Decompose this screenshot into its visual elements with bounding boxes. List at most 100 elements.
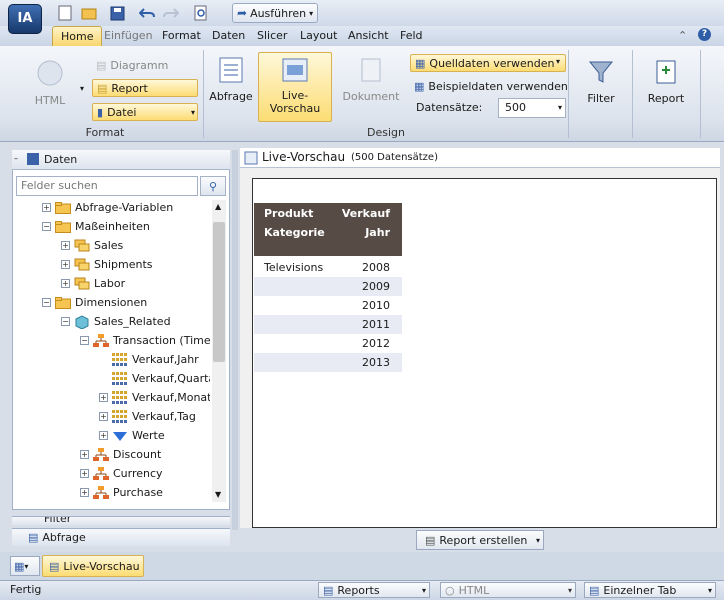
cell-year[interactable]: 2011 [362,315,390,334]
tab-mode-dropdown[interactable]: ▤ Einzelner Tab ▾ [584,582,716,598]
tree-item[interactable]: + Sales [16,236,123,255]
scroll-up-icon[interactable]: ▲ [215,202,221,211]
tab-einfuegen[interactable]: Einfügen [96,26,161,46]
tree-item[interactable]: − Maßeinheiten [16,217,150,236]
chevron-down-icon[interactable]: ▾ [191,108,195,117]
search-button[interactable]: ⚲ [200,176,226,196]
filter-button[interactable]: Filter [574,58,628,105]
expand-icon[interactable]: + [80,450,89,459]
field-search-input[interactable]: Felder suchen [16,176,198,196]
tree-item[interactable]: − Dimensionen [16,293,147,312]
scroll-down-icon[interactable]: ▼ [215,490,221,499]
new-document-icon[interactable] [56,4,74,22]
cell-year[interactable]: 2008 [362,258,390,277]
chevron-down-icon[interactable]: ▾ [536,536,540,545]
tree-item[interactable]: − Sales_Related [16,312,171,331]
print-preview-icon[interactable] [192,4,210,22]
html-output-dropdown[interactable]: ○ HTML ▾ [440,582,576,598]
table-row: 2011 [254,315,402,334]
html-button[interactable]: HTML [24,58,76,107]
tree-item[interactable]: + Shipments [16,255,153,274]
chevron-down-icon[interactable]: ▾ [708,586,712,595]
datensaetze-select[interactable]: 500 ▾ [498,98,566,118]
expand-icon[interactable]: + [80,488,89,497]
live-vorschau-button[interactable]: Live- Vorschau [258,52,332,122]
report-button[interactable]: Report [638,58,694,105]
tab-ansicht[interactable]: Ansicht [340,26,397,46]
expand-icon[interactable]: + [61,279,70,288]
diagramm-button[interactable]: ▤ Diagramm [96,56,198,74]
tab-feld[interactable]: Feld [392,26,431,46]
cell-year[interactable]: 2009 [362,277,390,296]
panel-splitter[interactable] [232,150,238,530]
expand-icon[interactable]: + [99,393,108,402]
collapse-icon[interactable]: − [42,298,51,307]
run-button[interactable]: ➦ Ausführen ▾ [232,3,318,23]
undo-icon[interactable] [138,4,156,22]
cell-year[interactable]: 2010 [362,296,390,315]
tab-slicer[interactable]: Slicer [249,26,295,46]
tree-item[interactable]: + Verkauf,Tag [16,407,196,426]
tree-item[interactable]: + Purchase [16,483,163,502]
save-icon[interactable] [108,4,126,22]
chevron-down-icon[interactable]: ▾ [309,9,313,18]
expand-icon[interactable]: + [99,412,108,421]
tree-item[interactable]: + Werte [16,426,165,445]
beispieldaten-button[interactable]: ▦ Beispieldaten verwenden [414,77,570,95]
col1-header-line2[interactable]: Kategorie [264,226,325,239]
col2-header-line2[interactable]: Jahr [365,226,390,239]
chevron-down-icon[interactable]: ▾ [568,586,572,595]
tree-item[interactable]: − Transaction (Time) [16,331,210,350]
cell-category[interactable]: Televisions [264,258,323,277]
cell-year[interactable]: 2012 [362,334,390,353]
app-logo[interactable]: IA [8,4,42,34]
chevron-down-icon[interactable]: ▾ [24,562,28,571]
expand-icon[interactable]: + [80,469,89,478]
tree-item[interactable]: + Labor [16,274,125,293]
expand-icon[interactable]: + [61,260,70,269]
tab-daten[interactable]: Daten [204,26,253,46]
datei-dropdown[interactable]: ▮ Datei ▾ [92,103,198,121]
col1-header-line1[interactable]: Produkt [264,207,313,220]
abfrage-panel-header[interactable]: ▤ Abfrage [12,528,230,546]
scrollbar-thumb[interactable] [213,222,225,362]
tree-item[interactable]: + Abfrage-Variablen [16,198,173,217]
abfrage-button[interactable]: Abfrage [208,56,254,103]
tab-live-vorschau[interactable]: ▤ Live-Vorschau [42,555,144,577]
report-format-button[interactable]: ▤ Report [92,79,198,97]
collapse-icon[interactable]: − [42,222,51,231]
minimize-ribbon-icon[interactable]: ⌃ [678,29,687,42]
filter-label: Filter [587,92,615,105]
tree-item[interactable]: Verkauf,Jahr [16,350,199,369]
dokument-button[interactable]: Dokument [342,56,400,103]
tab-format[interactable]: Format [154,26,209,46]
quelldaten-button[interactable]: ▦ Quelldaten verwenden [410,54,566,72]
tree-item[interactable]: + Verkauf,Monat [16,388,210,407]
help-icon[interactable]: ? [698,28,711,41]
field-tree: + Abfrage-Variablen − Maßeinheiten + Sales + Sh… [16,198,210,502]
chevron-down-icon[interactable]: ▾ [80,84,84,93]
collapse-icon[interactable]: − [80,336,89,345]
collapse-icon[interactable]: − [61,317,70,326]
tree-item[interactable]: + Discount [16,445,161,464]
tree-item[interactable]: Verkauf,Quartal [16,369,210,388]
tree-item-label: Maßeinheiten [75,220,150,233]
tree-item[interactable]: + Currency [16,464,163,483]
expand-icon[interactable]: + [42,203,51,212]
chevron-down-icon[interactable]: ▾ [422,586,426,595]
filter-panel-header[interactable]: Filter [12,516,230,525]
col2-header-line1[interactable]: Verkauf [342,207,390,220]
expand-icon[interactable]: + [61,241,70,250]
chevron-down-icon[interactable]: ▾ [558,99,562,117]
collapse-icon[interactable]: – [14,154,18,163]
expand-icon[interactable]: + [99,431,108,440]
tab-layout[interactable]: Layout [292,26,345,46]
tab-home[interactable]: Home [52,26,103,46]
open-folder-icon[interactable] [80,4,98,22]
cell-year[interactable]: 2013 [362,353,390,372]
reports-dropdown[interactable]: ▤ Reports ▾ [318,582,430,598]
view-switch-button[interactable]: ▦ ▾ [10,556,40,576]
chevron-down-icon[interactable]: ▾ [556,57,560,66]
report-erstellen-button[interactable]: ▤ Report erstellen ▾ [416,530,544,550]
redo-icon[interactable] [162,4,180,22]
